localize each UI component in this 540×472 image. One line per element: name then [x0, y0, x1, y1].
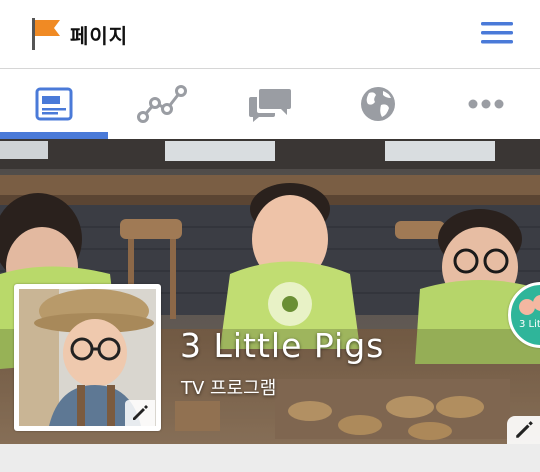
top-bar: 페이지	[0, 0, 540, 69]
edit-cover-photo-button[interactable]	[507, 416, 540, 444]
page-title: 페이지	[70, 24, 129, 48]
tab-notifications[interactable]	[324, 69, 432, 139]
edit-profile-picture-button[interactable]	[125, 400, 155, 426]
more-dots-icon	[468, 99, 504, 109]
page-name: 3 Little Pigs	[180, 326, 385, 365]
tab-more[interactable]	[432, 69, 540, 139]
globe-icon	[361, 87, 395, 121]
pencil-icon	[515, 421, 533, 438]
chat-bubbles-icon	[249, 89, 291, 122]
badge-text: 3 Littl	[519, 319, 540, 330]
cover-badge: 3 Littl	[508, 282, 540, 348]
page-icon	[35, 87, 73, 121]
badge-icon	[519, 295, 540, 315]
tab-bar	[0, 69, 540, 140]
content-area-top	[0, 444, 540, 472]
hamburger-menu-icon[interactable]	[481, 21, 513, 45]
tab-messages[interactable]	[216, 69, 324, 139]
page-category: TV 프로그램	[181, 378, 277, 399]
tab-page[interactable]	[0, 69, 108, 139]
line-chart-icon	[137, 85, 187, 123]
tab-insights[interactable]	[108, 69, 216, 139]
pencil-icon	[133, 405, 148, 420]
flag-icon	[32, 18, 60, 50]
